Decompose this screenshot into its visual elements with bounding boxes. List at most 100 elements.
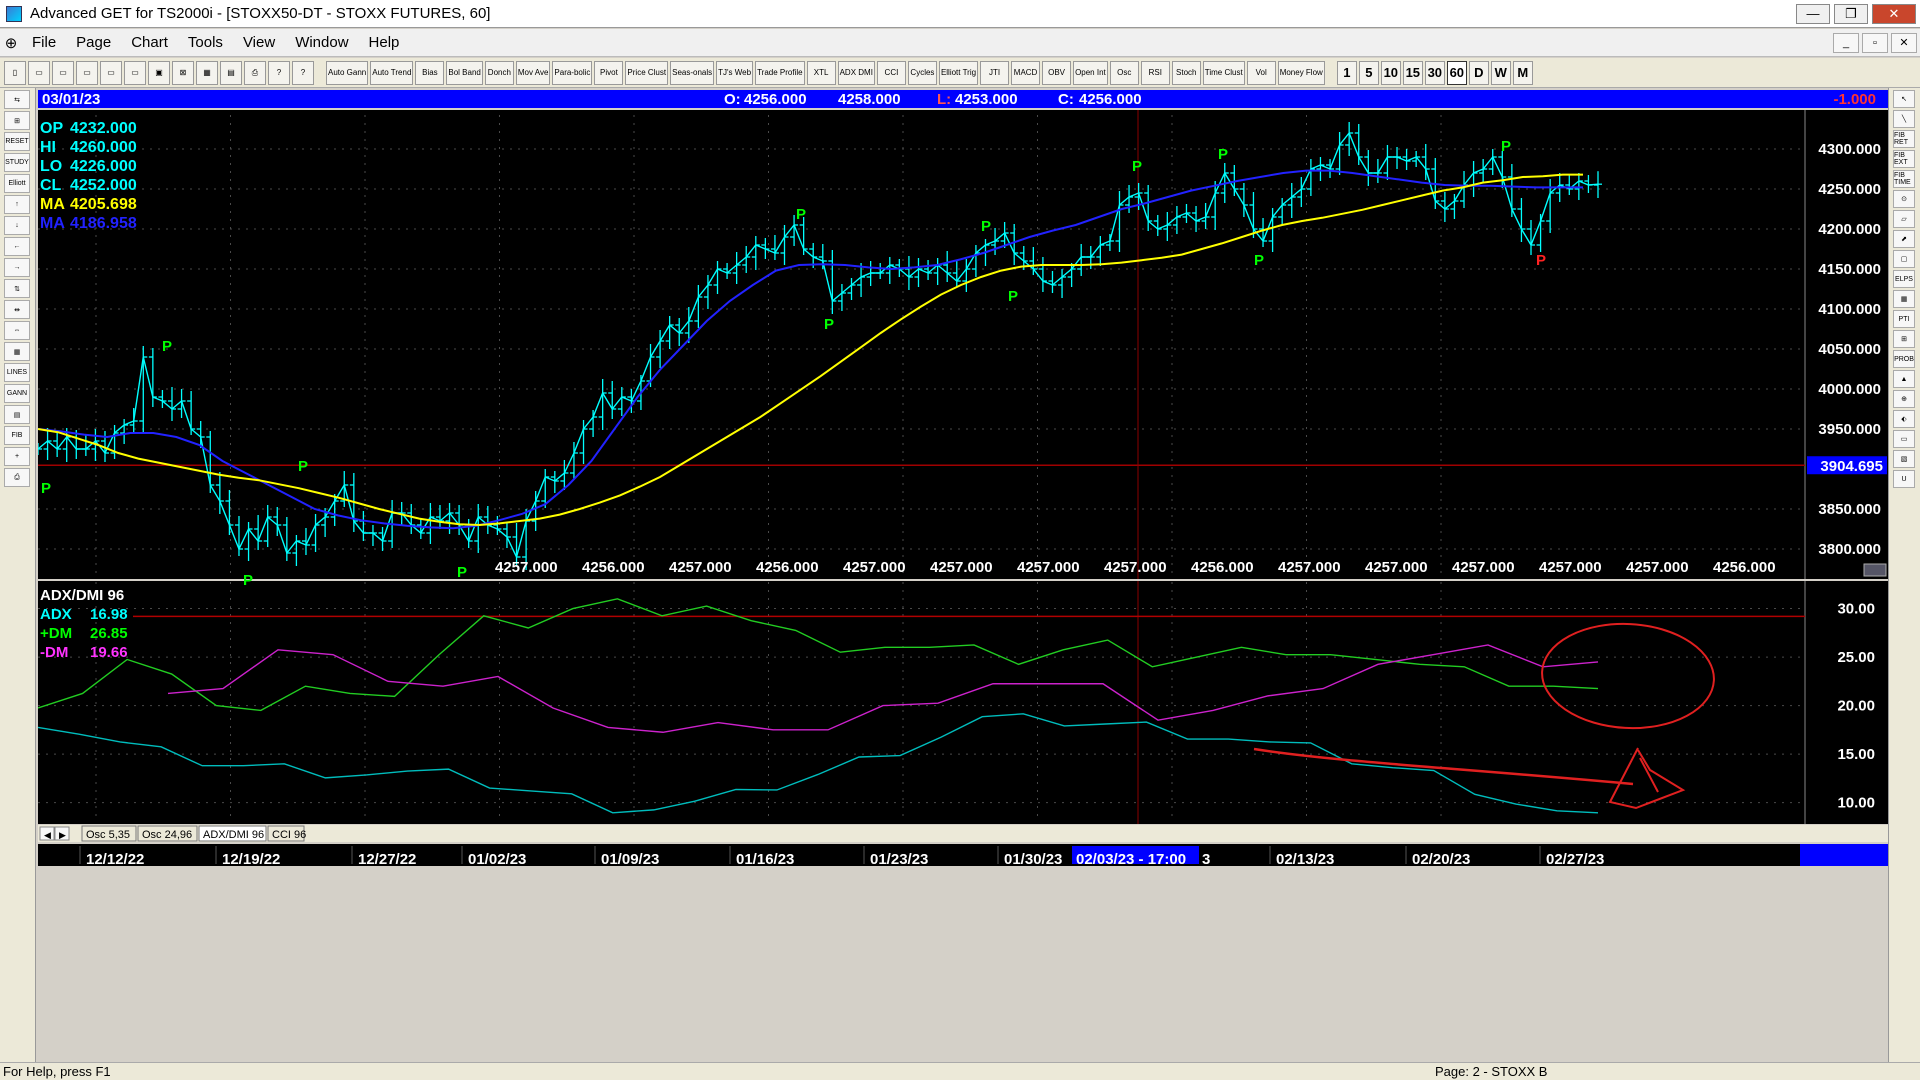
toolbar-file-icon-8[interactable]: ▦ [196,60,218,85]
right-tool-10[interactable]: ▦ [1893,290,1915,308]
toolbar-file-icon-2[interactable]: ▭ [52,60,74,85]
left-tool-0[interactable]: ⇆ [4,90,30,109]
left-tool-7[interactable]: ← [4,237,30,256]
mdi-restore-button[interactable]: ▫ [1862,32,1888,53]
study-button-bol-band[interactable]: Bol Band [446,60,483,85]
right-tool-14[interactable]: ▲ [1893,370,1915,388]
timeframe-button-5[interactable]: 5 [1358,60,1379,85]
study-button-xtl[interactable]: XTL [806,60,836,85]
study-button-rsi[interactable]: RSI [1140,60,1170,85]
left-tool-9[interactable]: ⇅ [4,279,30,298]
study-button-vol[interactable]: Vol [1246,60,1276,85]
toolbar-file-icon-1[interactable]: ▭ [28,60,50,85]
study-button-auto-gann[interactable]: Auto Gann [326,60,369,85]
study-button-obv[interactable]: OBV [1042,60,1072,85]
left-tool-13[interactable]: LINES [4,363,30,382]
study-button-open-int[interactable]: Open Int [1073,60,1108,85]
mdi-close-button[interactable]: ✕ [1891,32,1917,53]
right-tool-7[interactable]: ⬈ [1893,230,1915,248]
study-button-price-clust[interactable]: Price Clust [625,60,669,85]
right-tool-18[interactable]: ▧ [1893,450,1915,468]
minimize-button[interactable]: — [1796,3,1830,24]
timeframe-button-W[interactable]: W [1490,60,1511,85]
right-tool-2[interactable]: FIB RET [1893,130,1915,148]
app-menu-icon[interactable]: ⊕ [0,34,22,52]
menu-help[interactable]: Help [359,34,410,51]
study-button-elliott-trig[interactable]: Elliott Trig [938,60,979,85]
timeframe-button-M[interactable]: M [1512,60,1533,85]
left-tool-12[interactable]: ▦ [4,342,30,361]
study-button-time-clust[interactable]: Time Clust [1202,60,1245,85]
right-tool-6[interactable]: ▱ [1893,210,1915,228]
right-tool-9[interactable]: ELPS [1893,270,1915,288]
toolbar-file-icon-6[interactable]: ▣ [148,60,170,85]
toolbar-file-icon-0[interactable]: ▯ [4,60,26,85]
study-button-jti[interactable]: JTI [980,60,1010,85]
maximize-button[interactable]: ❐ [1834,3,1868,24]
study-button-para-bolic[interactable]: Para-bolic [552,60,593,85]
study-button-donch[interactable]: Donch [484,60,514,85]
study-button-stoch[interactable]: Stoch [1171,60,1201,85]
right-tool-4[interactable]: FIB TIME [1893,170,1915,188]
study-button-adx-dmi[interactable]: ADX DMI [837,60,875,85]
toolbar-file-icon-3[interactable]: ▭ [76,60,98,85]
right-tool-1[interactable]: ╲ [1893,110,1915,128]
left-tool-4[interactable]: Elliott [4,174,30,193]
right-tool-12[interactable]: ⊞ [1893,330,1915,348]
left-tool-16[interactable]: FIB [4,426,30,445]
study-button-cci[interactable]: CCI [876,60,906,85]
study-button-auto-trend[interactable]: Auto Trend [370,60,414,85]
right-tool-8[interactable]: ▢ [1893,250,1915,268]
left-tool-6[interactable]: ↓ [4,216,30,235]
left-tool-17[interactable]: + [4,447,30,466]
study-button-seas-onals[interactable]: Seas-onals [670,60,715,85]
menu-window[interactable]: Window [285,34,358,51]
toolbar-file-icon-10[interactable]: ⎙ [244,60,266,85]
left-tool-18[interactable]: ⎙ [4,468,30,487]
menu-page[interactable]: Page [66,34,121,51]
left-tool-2[interactable]: RESET [4,132,30,151]
left-tool-10[interactable]: ⇹ [4,300,30,319]
toolbar-file-icon-7[interactable]: ⊠ [172,60,194,85]
right-tool-17[interactable]: ▭ [1893,430,1915,448]
right-tool-0[interactable]: ↖ [1893,90,1915,108]
timeframe-button-30[interactable]: 30 [1424,60,1445,85]
right-tool-15[interactable]: ⊕ [1893,390,1915,408]
study-button-money-flow[interactable]: Money Flow [1277,60,1325,85]
toolbar-file-icon-9[interactable]: ▤ [220,60,242,85]
left-tool-3[interactable]: STUDY [4,153,30,172]
right-tool-3[interactable]: FIB EXT [1893,150,1915,168]
study-button-tj-s-web[interactable]: TJ's Web [716,60,754,85]
right-tool-5[interactable]: ⊙ [1893,190,1915,208]
close-button[interactable]: ✕ [1872,3,1916,24]
study-button-pivot[interactable]: Pivot [594,60,624,85]
menu-chart[interactable]: Chart [121,34,178,51]
chart-svg[interactable]: 03/01/23 O: 4256.000 4258.000 L: 4253.000 C: 42… [34,90,1888,1068]
left-tool-1[interactable]: ⊞ [4,111,30,130]
left-tool-8[interactable]: → [4,258,30,277]
left-tool-14[interactable]: GANN [4,384,30,403]
timeframe-button-15[interactable]: 15 [1402,60,1423,85]
menu-view[interactable]: View [233,34,285,51]
timeframe-button-D[interactable]: D [1468,60,1489,85]
study-button-macd[interactable]: MACD [1011,60,1041,85]
timeframe-button-1[interactable]: 1 [1336,60,1357,85]
right-tool-13[interactable]: PROB [1893,350,1915,368]
toolbar-file-icon-4[interactable]: ▭ [100,60,122,85]
study-button-mov-ave[interactable]: Mov Ave [515,60,551,85]
study-button-bias[interactable]: Bias [415,60,445,85]
menu-tools[interactable]: Tools [178,34,233,51]
chart-corner-icon[interactable] [1863,563,1887,577]
toolbar-file-icon-5[interactable]: ▭ [124,60,146,85]
mdi-minimize-button[interactable]: _ [1833,32,1859,53]
left-tool-5[interactable]: ↑ [4,195,30,214]
right-tool-19[interactable]: U [1893,470,1915,488]
study-button-osc[interactable]: Osc [1109,60,1139,85]
timeframe-button-10[interactable]: 10 [1380,60,1401,85]
toolbar-file-icon-11[interactable]: ? [268,60,290,85]
right-tool-11[interactable]: PTI [1893,310,1915,328]
right-tool-16[interactable]: ⬖ [1893,410,1915,428]
timeframe-button-60[interactable]: 60 [1446,60,1467,85]
study-button-cycles[interactable]: Cycles [907,60,937,85]
study-button-trade-profile[interactable]: Trade Profile [755,60,805,85]
